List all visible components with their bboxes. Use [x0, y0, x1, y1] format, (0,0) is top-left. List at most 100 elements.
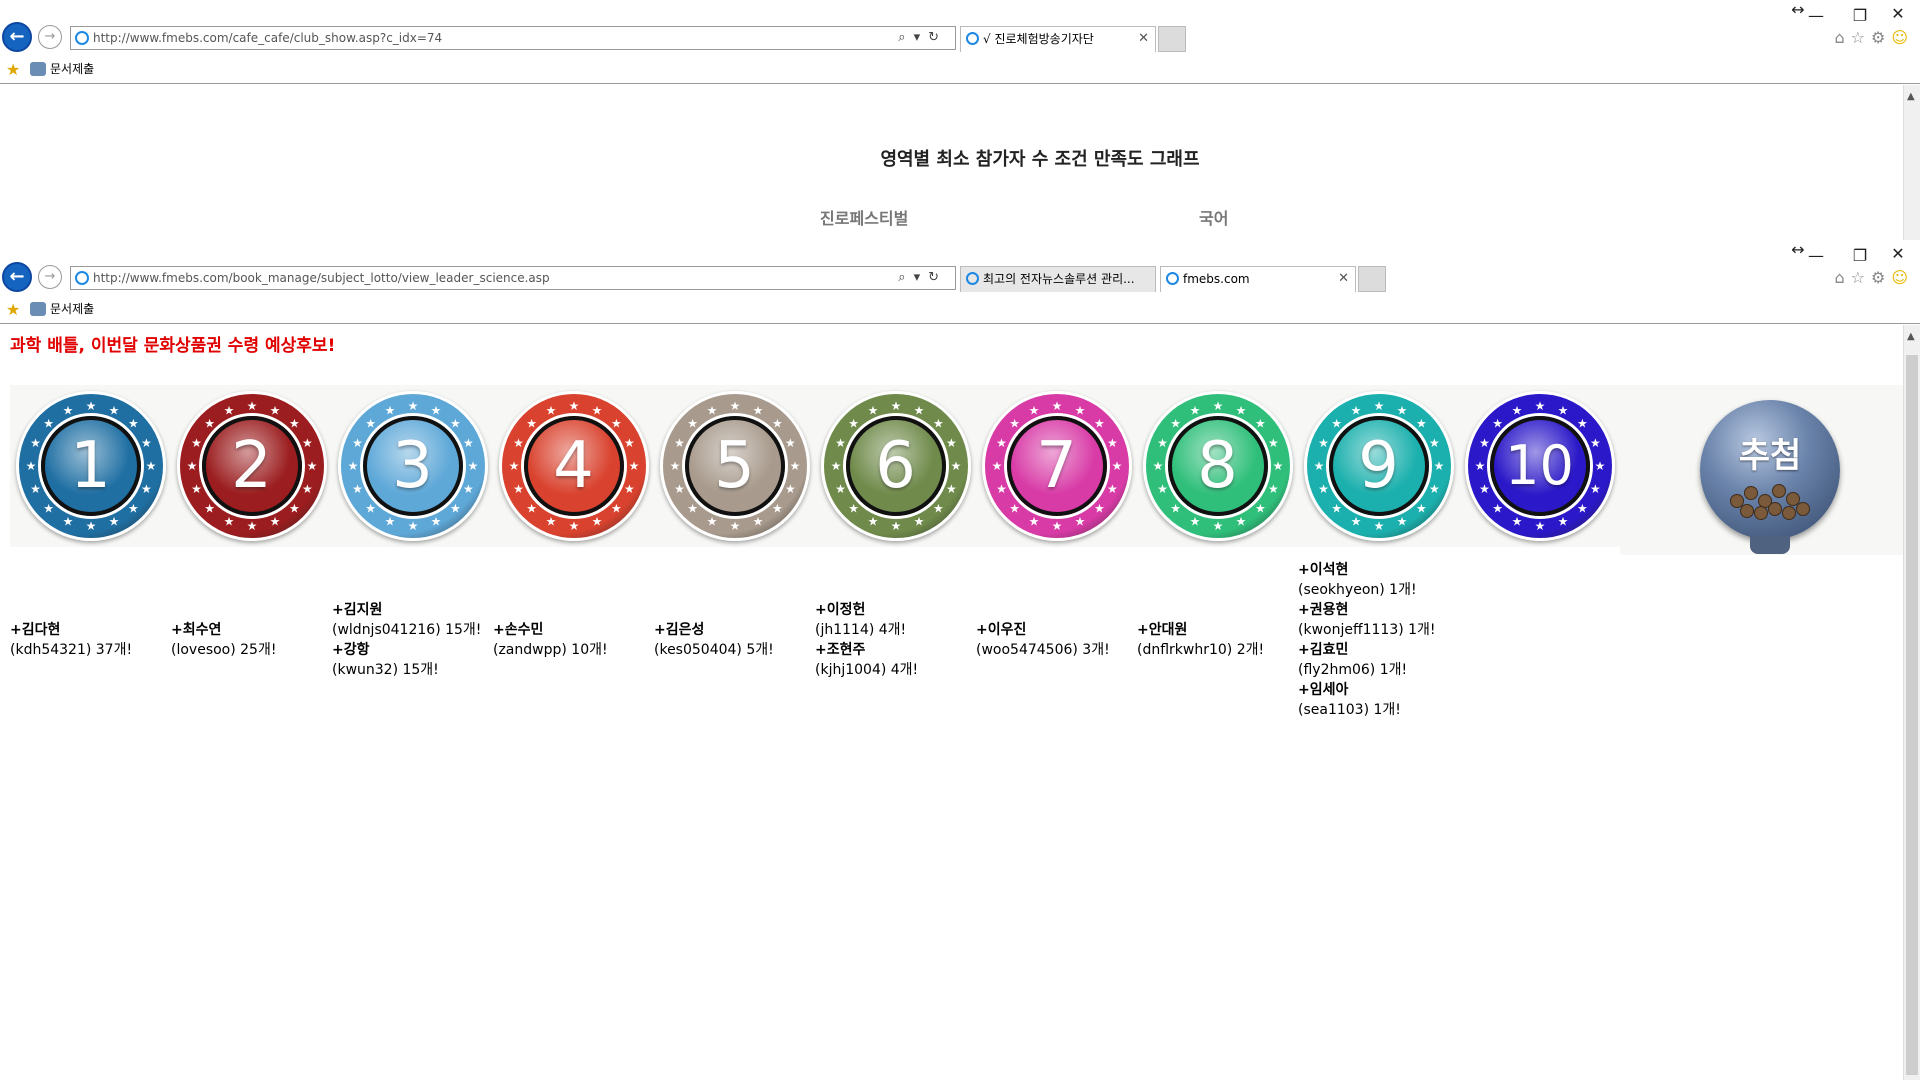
- address-bar[interactable]: http://www.fmebs.com/book_manage/subject…: [70, 266, 956, 290]
- tab-korean[interactable]: 국어: [1199, 205, 1228, 229]
- tab-career-festival[interactable]: 진로페스티벌: [820, 205, 908, 229]
- star-icon: ★: [1111, 459, 1122, 473]
- lotto-ball-6[interactable]: ★ ★ ★ ★ ★ ★ ★ ★ ★ ★ ★ ★ ★ ★ ★ ★ 6: [820, 391, 971, 541]
- winner-name: +김효민: [1298, 642, 1349, 658]
- star-icon: ★: [591, 404, 602, 418]
- draw-base: [1750, 536, 1790, 554]
- close-tab-icon[interactable]: ✕: [1338, 267, 1349, 291]
- winner-detail: (jh1114) 4개!: [815, 622, 907, 638]
- back-button[interactable]: ←: [2, 262, 32, 292]
- close-window-button[interactable]: ✕: [1876, 4, 1920, 23]
- star-icon: ★: [752, 404, 763, 418]
- lotto-ball-7[interactable]: ★ ★ ★ ★ ★ ★ ★ ★ ★ ★ ★ ★ ★ ★ ★ ★ 7: [981, 391, 1132, 541]
- star-icon: ★: [365, 417, 376, 431]
- toolbar-icons[interactable]: ⌂☆⚙☺: [1834, 28, 1914, 47]
- toolbar-icons[interactable]: ⌂☆⚙☺: [1834, 268, 1914, 287]
- star-icon: ★: [526, 417, 537, 431]
- star-icon: ★: [1534, 399, 1545, 413]
- lotto-ball-3[interactable]: ★ ★ ★ ★ ★ ★ ★ ★ ★ ★ ★ ★ ★ ★ ★ ★ 3: [337, 391, 488, 541]
- winner-detail: (kes050404) 5개!: [654, 642, 774, 658]
- ball-number: 8: [1197, 429, 1238, 503]
- scrollbar[interactable]: ▲: [1903, 325, 1920, 1080]
- forward-button[interactable]: →: [38, 25, 62, 49]
- star-icon: ★: [467, 459, 478, 473]
- tab-fmebs[interactable]: fmebs.com ✕: [1160, 266, 1356, 292]
- star-icon: ★: [1577, 417, 1588, 431]
- minimize-button[interactable]: —: [1794, 6, 1838, 25]
- star-icon: ★: [996, 482, 1007, 496]
- star-icon: ★: [508, 459, 519, 473]
- winner-name: +임세아: [1298, 682, 1349, 698]
- gear-icon[interactable]: ⚙: [1871, 268, 1891, 287]
- ie-icon: [966, 272, 979, 285]
- close-window-button[interactable]: ✕: [1876, 244, 1920, 263]
- star-icon: ★: [706, 514, 717, 528]
- scroll-up-icon[interactable]: ▲: [1907, 331, 1915, 342]
- favorite-icon: [30, 62, 46, 76]
- favorites-icon[interactable]: ☆: [1851, 268, 1871, 287]
- tab-news-solution[interactable]: 최고의 전자뉴스솔루션 관리...: [960, 266, 1156, 292]
- smiley-icon[interactable]: ☺: [1891, 28, 1914, 47]
- home-icon[interactable]: ⌂: [1834, 268, 1850, 287]
- ball-number: 1: [70, 429, 111, 503]
- star-icon: ★: [1557, 514, 1568, 528]
- search-refresh-icons[interactable]: ⌕▾↻: [898, 267, 947, 289]
- close-tab-icon[interactable]: ✕: [1138, 27, 1149, 51]
- star-icon: ★: [1416, 417, 1427, 431]
- lotto-ball-5[interactable]: ★ ★ ★ ★ ★ ★ ★ ★ ★ ★ ★ ★ ★ ★ ★ ★ 5: [659, 391, 810, 541]
- tab-label: √ 진로체험방송기자단: [983, 32, 1094, 46]
- star-icon: ★: [1272, 459, 1283, 473]
- address-bar[interactable]: http://www.fmebs.com/cafe_cafe/club_show…: [70, 26, 956, 50]
- star-icon: ★: [1094, 417, 1105, 431]
- scrollbar-thumb[interactable]: [1906, 355, 1918, 1075]
- star-icon: ★: [463, 436, 474, 450]
- favorites-icon[interactable]: ☆: [1851, 28, 1871, 47]
- lotto-ball-9[interactable]: ★ ★ ★ ★ ★ ★ ★ ★ ★ ★ ★ ★ ★ ★ ★ ★ 9: [1303, 391, 1454, 541]
- new-tab-button[interactable]: [1158, 26, 1186, 52]
- star-icon: ★: [946, 436, 957, 450]
- lotto-ball-8[interactable]: ★ ★ ★ ★ ★ ★ ★ ★ ★ ★ ★ ★ ★ ★ ★ ★ 8: [1142, 391, 1293, 541]
- winner-name: +이우진: [976, 622, 1027, 638]
- winner-column-5: +김은성 (kes050404) 5개!: [654, 550, 815, 730]
- lotto-ball-10[interactable]: ★ ★ ★ ★ ★ ★ ★ ★ ★ ★ ★ ★ ★ ★ ★ ★ 10: [1464, 391, 1615, 541]
- lotto-ball-2[interactable]: ★ ★ ★ ★ ★ ★ ★ ★ ★ ★ ★ ★ ★ ★ ★ ★ 2: [176, 391, 327, 541]
- star-icon: ★: [223, 404, 234, 418]
- star-icon: ★: [1433, 459, 1444, 473]
- star-icon: ★: [1511, 514, 1522, 528]
- star-icon: ★: [624, 436, 635, 450]
- lotto-ball-4[interactable]: ★ ★ ★ ★ ★ ★ ★ ★ ★ ★ ★ ★ ★ ★ ★ ★ 4: [498, 391, 649, 541]
- star-icon: ★: [848, 501, 859, 515]
- lotto-ball-1[interactable]: ★ ★ ★ ★ ★ ★ ★ ★ ★ ★ ★ ★ ★ ★ ★ ★ 1: [15, 391, 166, 541]
- scroll-up-icon[interactable]: ▲: [1907, 91, 1915, 102]
- back-button[interactable]: ←: [2, 22, 32, 52]
- favorite-document-submit[interactable]: 문서제출: [30, 60, 94, 78]
- new-tab-button[interactable]: [1358, 266, 1386, 292]
- ball-cell-10: ★ ★ ★ ★ ★ ★ ★ ★ ★ ★ ★ ★ ★ ★ ★ ★ 10: [1459, 385, 1620, 547]
- minimize-button[interactable]: —: [1794, 246, 1838, 265]
- gear-icon[interactable]: ⚙: [1871, 28, 1891, 47]
- star-icon: ★: [289, 501, 300, 515]
- winner-name: +조현주: [815, 642, 866, 658]
- star-icon: ★: [772, 417, 783, 431]
- star-icon: ★: [186, 459, 197, 473]
- star-icon: ★: [835, 482, 846, 496]
- star-icon: ★: [450, 501, 461, 515]
- favorites-star-icon[interactable]: ★: [6, 300, 20, 319]
- main-page-content: 과학 배틀, 이번달 문화상품권 수령 예상후보! ★ ★ ★ ★ ★ ★ ★ ★ ★ ★ ★ ★ ★ ★…: [0, 325, 1920, 1080]
- winner-column-8: +안대원 (dnflrkwhr10) 2개!: [1137, 550, 1298, 730]
- forward-button[interactable]: →: [38, 265, 62, 289]
- star-icon: ★: [43, 417, 54, 431]
- smiley-icon[interactable]: ☺: [1891, 268, 1914, 287]
- scrollbar[interactable]: ▲: [1903, 85, 1920, 240]
- star-icon: ★: [1170, 417, 1181, 431]
- star-icon: ★: [591, 514, 602, 528]
- search-refresh-icons[interactable]: ⌕▾↻: [898, 27, 947, 49]
- favorite-document-submit[interactable]: 문서제출: [30, 300, 94, 318]
- favorites-star-icon[interactable]: ★: [6, 60, 20, 79]
- home-icon[interactable]: ⌂: [1834, 28, 1850, 47]
- draw-button[interactable]: 추첨: [1700, 400, 1840, 554]
- tab-career-reporter[interactable]: √ 진로체험방송기자단 ✕: [960, 26, 1156, 52]
- star-icon: ★: [1331, 417, 1342, 431]
- star-icon: ★: [785, 482, 796, 496]
- star-icon: ★: [1577, 501, 1588, 515]
